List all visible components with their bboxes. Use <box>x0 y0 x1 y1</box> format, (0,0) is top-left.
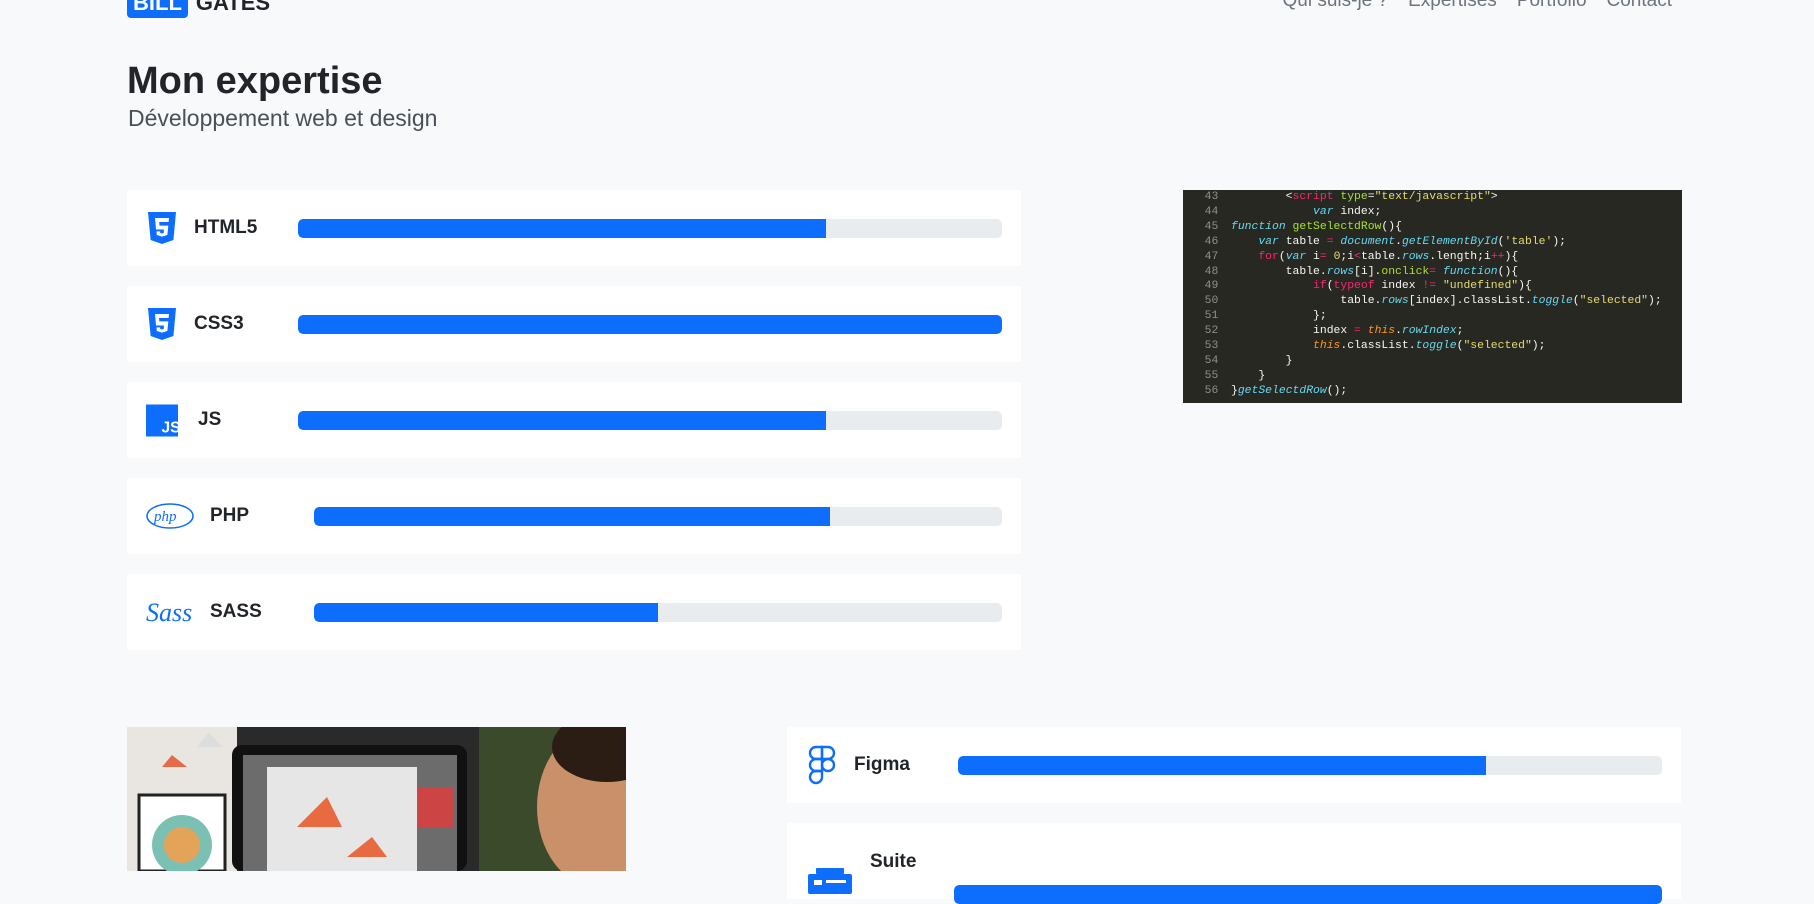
adobe-suite-icon <box>806 865 854 897</box>
skill-card-suite: Suite <box>787 823 1681 904</box>
nav-link-contact[interactable]: Contact <box>1607 0 1672 12</box>
php-icon: php <box>146 500 194 532</box>
skill-label: HTML5 <box>194 217 258 238</box>
skill-label: CSS3 <box>194 313 244 334</box>
brand-logo[interactable]: BILL GATES <box>127 0 270 18</box>
skill-label: SASS <box>210 601 262 622</box>
js-icon: JS <box>146 404 178 436</box>
skill-progress-fill <box>958 755 1486 775</box>
skill-progress-fill <box>298 314 1002 334</box>
svg-text:Sass: Sass <box>146 598 192 627</box>
skill-progress-fill <box>314 602 658 622</box>
skill-label: Figma <box>854 754 910 775</box>
brand-badge: BILL <box>127 0 188 18</box>
skill-progress-bar <box>314 602 1002 622</box>
svg-text:JS: JS <box>162 419 178 436</box>
skill-progress-fill <box>314 506 830 526</box>
sass-icon: Sass <box>146 596 194 628</box>
skill-progress-bar <box>298 218 1002 238</box>
brand-name: GATES <box>195 0 271 15</box>
nav-link-about[interactable]: Qui suis-je ? <box>1283 0 1389 12</box>
skill-progress-bar <box>314 506 1002 526</box>
code-screenshot: 43 <script type="text/javascript"> 44 va… <box>1183 190 1682 403</box>
skill-card-sass: Sass SASS <box>127 574 1021 650</box>
skill-progress-fill <box>298 410 826 430</box>
skill-label: Suite <box>870 851 917 872</box>
skill-card-js: JS JS <box>127 382 1021 458</box>
navbar: Qui suis-je ? Expertises Portfolio Conta… <box>1283 0 1673 12</box>
skill-label: JS <box>198 409 222 430</box>
css3-icon <box>146 308 178 340</box>
skill-progress-bar <box>298 410 1002 430</box>
skill-progress-fill <box>954 885 1662 904</box>
design-workspace-photo <box>127 727 626 871</box>
skill-progress-bar <box>954 885 1662 904</box>
skill-progress-bar <box>298 314 1002 334</box>
page-subtitle: Développement web et design <box>128 105 438 131</box>
skill-progress-fill <box>298 218 826 238</box>
skill-card-html5: HTML5 <box>127 190 1021 266</box>
nav-link-expertises[interactable]: Expertises <box>1408 0 1497 12</box>
skill-card-css3: CSS3 <box>127 286 1021 362</box>
skill-card-php: php PHP <box>127 478 1021 554</box>
page-title: Mon expertise <box>127 60 383 102</box>
skill-label: PHP <box>210 505 250 526</box>
skill-card-figma: Figma <box>787 727 1681 803</box>
svg-text:php: php <box>153 509 177 525</box>
figma-icon <box>806 745 838 785</box>
skill-progress-bar <box>958 755 1662 775</box>
html5-icon <box>146 212 178 244</box>
nav-link-portfolio[interactable]: Portfolio <box>1517 0 1587 12</box>
